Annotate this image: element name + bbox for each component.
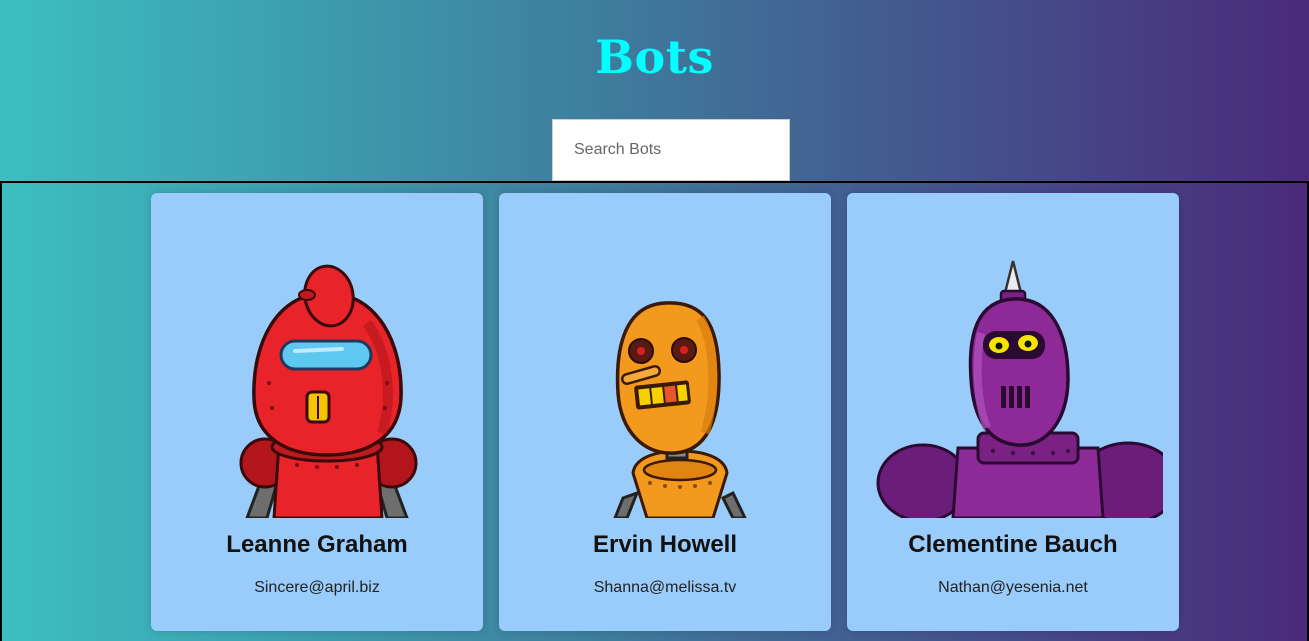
orange-robot-icon: [613, 301, 747, 518]
red-robot-icon: [239, 264, 418, 518]
bot-card[interactable]: Leanne Graham Sincere@april.biz: [151, 193, 483, 631]
bot-email: Nathan@yesenia.net: [938, 579, 1088, 596]
bot-name: Clementine Bauch: [908, 531, 1118, 558]
bot-card[interactable]: Ervin Howell Shanna@melissa.tv: [499, 193, 831, 631]
page-title: Bots: [595, 30, 714, 84]
bot-name: Ervin Howell: [592, 531, 738, 558]
bot-card[interactable]: Clementine Bauch Nathan@yesenia.net: [847, 193, 1179, 631]
card-list: Leanne Graham Sincere@april.biz Ervin Ho…: [0, 181, 1309, 641]
search-input[interactable]: [552, 119, 790, 181]
bot-email: Sincere@april.biz: [254, 579, 380, 596]
bot-email: Shanna@melissa.tv: [593, 579, 737, 596]
bot-name: Leanne Graham: [226, 531, 408, 558]
purple-robot-icon: [876, 260, 1163, 518]
